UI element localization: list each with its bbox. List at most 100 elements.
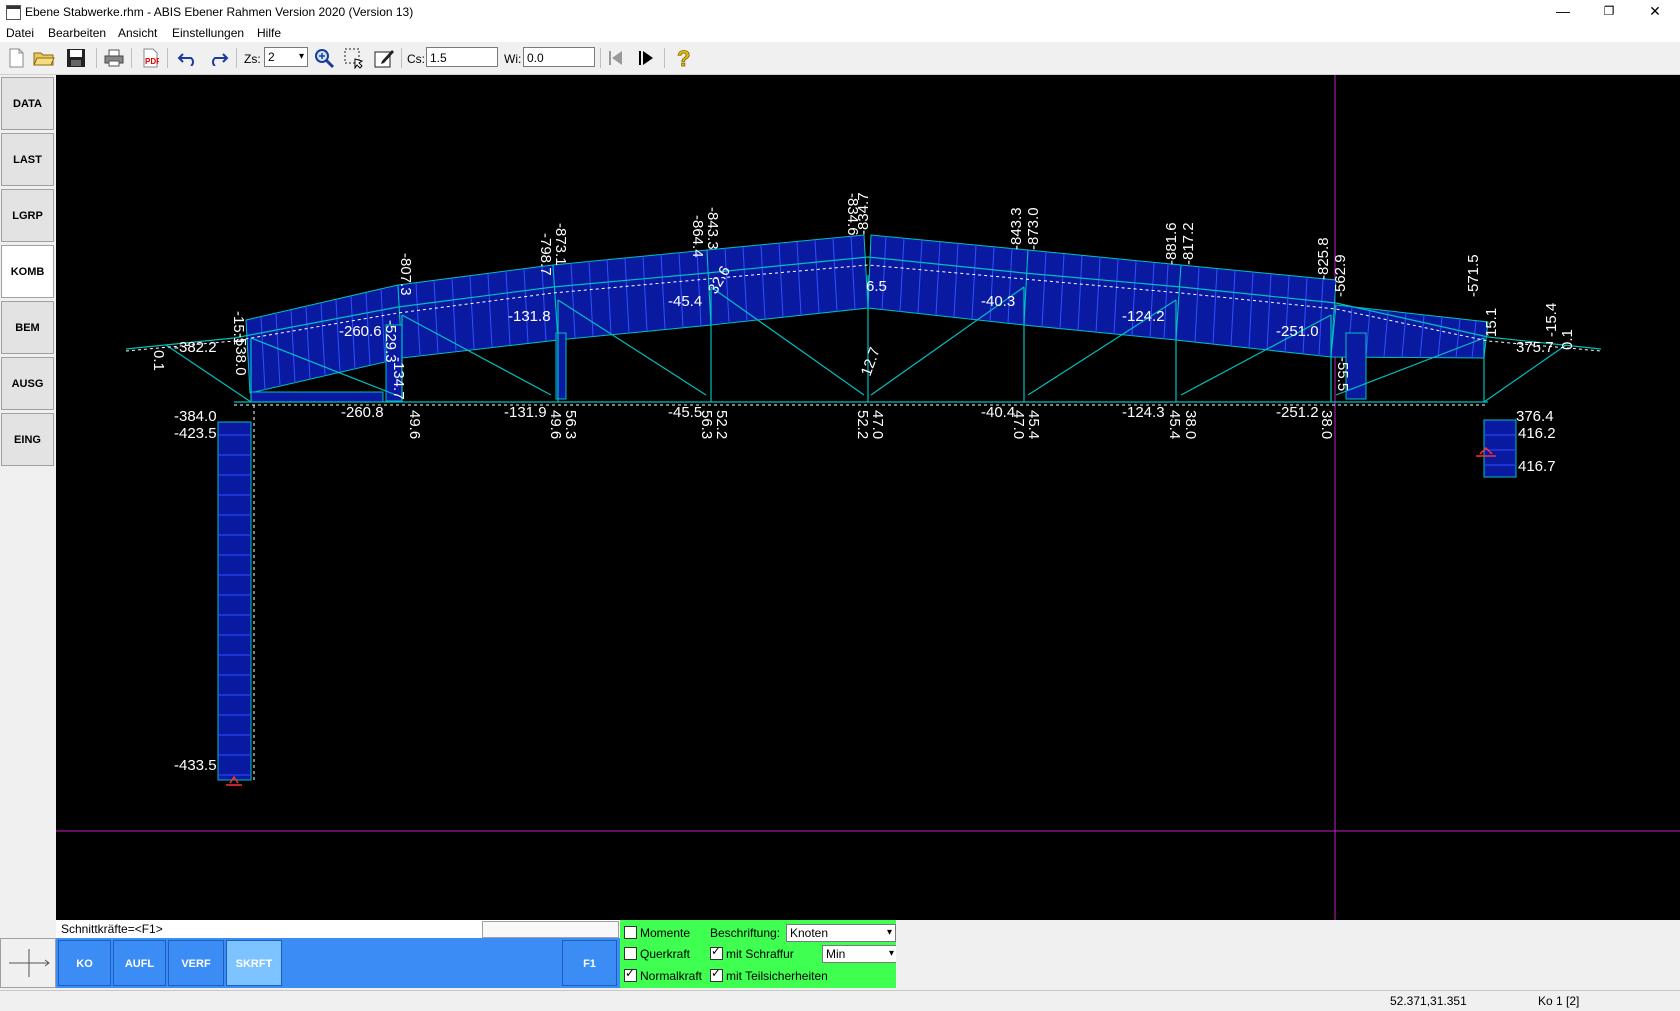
querkraft-checkbox[interactable]: Querkraft (624, 947, 690, 961)
label-top-10: -843.3 (1008, 207, 1025, 250)
app-icon (6, 5, 21, 20)
label-top-18: -15.4 (1543, 303, 1560, 337)
help-icon[interactable]: ? (672, 46, 696, 70)
f1-button[interactable]: F1 (562, 940, 617, 986)
momente-checkbox[interactable]: Momente (624, 926, 690, 940)
beschriftung-select[interactable]: Knoten ▾ (786, 924, 896, 942)
label-vert-6: 52.2 (854, 410, 871, 439)
sidebar-last-button[interactable]: LAST (1, 133, 54, 186)
close-button[interactable]: ✕ (1632, 0, 1678, 24)
beschriftung-label: Beschriftung: (710, 926, 781, 940)
skrft-button[interactable]: SKRFT (226, 940, 282, 986)
status-line-label: Schnittkräfte=<F1> (61, 922, 163, 936)
label-bottom-5: -40.3 (981, 293, 1015, 310)
select-region-icon[interactable] (342, 46, 366, 70)
pdf-icon[interactable]: PDF (138, 46, 162, 70)
empty-panel (896, 920, 1680, 988)
label-end-7: 416.2 (1518, 425, 1556, 442)
label-top-6: -864.4 (689, 215, 706, 258)
verf-button[interactable]: VERF (168, 940, 224, 986)
label-top-12: -881.6 (1163, 222, 1180, 265)
new-file-icon[interactable] (4, 46, 28, 70)
label-end-5: 375.7 (1516, 339, 1554, 356)
svg-text:PDF: PDF (145, 57, 159, 66)
label-bottom-8: -260.8 (341, 404, 384, 421)
label-vert-4: 56.3 (698, 410, 715, 439)
label-end-9: -15.1 (230, 311, 247, 345)
undo-icon[interactable] (176, 46, 200, 70)
label-top-13: -817.2 (1180, 222, 1197, 265)
label-bottom-4: 6.5 (866, 278, 887, 295)
cs-label: Cs: (407, 52, 425, 66)
menu-hilfe[interactable]: Hilfe (257, 26, 281, 40)
normalkraft-checkbox[interactable]: Normalkraft (624, 966, 702, 983)
title-bar: Ebene Stabwerke.rhm - ABIS Ebener Rahmen… (0, 0, 1680, 24)
next-icon[interactable] (634, 46, 658, 70)
crosshair-tool-icon[interactable] (0, 938, 56, 988)
save-icon[interactable] (64, 46, 88, 70)
zoom-icon[interactable] (312, 46, 336, 70)
sidebar-lgrp-button[interactable]: LGRP (1, 189, 54, 242)
zs-label: Zs: (244, 52, 261, 66)
label-vert-9: 45.4 (1025, 410, 1042, 439)
aufl-button[interactable]: AUFL (113, 940, 166, 986)
sidebar-komb-button[interactable]: KOMB (1, 245, 54, 298)
wi-input[interactable]: 0.0 (523, 47, 595, 67)
min-select[interactable]: Min ▾ (822, 945, 898, 963)
label-end-11: 0.1 (1559, 329, 1576, 350)
label-vert-2: 49.6 (547, 410, 564, 439)
edit-icon[interactable] (372, 46, 396, 70)
cs-input[interactable]: 1.5 (426, 47, 498, 67)
drawing-canvas[interactable]: -538.0 -529.3 -807.3 -798.7 -873.1 -864.… (56, 75, 1680, 920)
previous-icon[interactable] (604, 46, 628, 70)
label-top-17: 15.1 (1483, 308, 1500, 337)
sidebar-data-button[interactable]: DATA (1, 77, 54, 130)
sidebar-ausg-button[interactable]: AUSG (1, 357, 54, 410)
menu-bearbeiten[interactable]: Bearbeiten (48, 26, 106, 40)
label-diag-3: -55.5 (1334, 357, 1351, 391)
svg-text:?: ? (677, 47, 690, 69)
print-icon[interactable] (102, 46, 126, 70)
label-top-11: -873.0 (1025, 207, 1042, 250)
label-bottom-13: -251.2 (1276, 404, 1319, 421)
label-end-4: -433.5 (174, 757, 217, 774)
label-end-6: 376.4 (1516, 408, 1554, 425)
menu-bar: Datei Bearbeiten Ansicht Einstellungen H… (0, 24, 1680, 42)
label-bottom-10: -45.5 (668, 404, 702, 421)
menu-einstellungen[interactable]: Einstellungen (172, 26, 244, 40)
menu-ansicht[interactable]: Ansicht (118, 26, 157, 40)
toolbar: PDF Zs: 2 ▾ Cs: 1.5 Wi: 0.0 ? (0, 42, 1680, 75)
label-bottom-12: -124.3 (1122, 404, 1165, 421)
mit-schraffur-checkbox[interactable]: mit Schraffur (710, 944, 794, 961)
label-vert-12: 38.0 (1318, 410, 1335, 439)
label-top-14: -825.8 (1315, 237, 1332, 280)
sidebar-bem-button[interactable]: BEM (1, 301, 54, 354)
zs-select[interactable]: 2 ▾ (264, 47, 308, 67)
label-vert-3: 56.3 (562, 410, 579, 439)
ko-button[interactable]: KO (58, 940, 111, 986)
label-bottom-7: -251.0 (1276, 323, 1319, 340)
minimize-button[interactable]: — (1540, 0, 1586, 24)
label-end-8: 416.7 (1518, 458, 1556, 475)
label-top-16: -571.5 (1465, 254, 1482, 297)
sidebar: DATA LAST LGRP KOMB BEM AUSG EING (0, 75, 56, 945)
open-folder-icon[interactable] (32, 46, 56, 70)
sidebar-eing-button[interactable]: EING (1, 413, 54, 466)
label-top-9: -834.7 (855, 192, 872, 235)
ko-readout: Ko 1 [2] (1538, 994, 1580, 1008)
label-end-1: -382.2 (174, 339, 217, 356)
mit-teilsicherheiten-checkbox[interactable]: mit Teilsicherheiten (710, 966, 828, 983)
label-top-15: -562.9 (1332, 254, 1349, 297)
redo-icon[interactable] (206, 46, 230, 70)
coords-readout: 52.371,31.351 (1390, 994, 1467, 1008)
label-bottom-6: -124.2 (1122, 308, 1165, 325)
status-line-box (482, 921, 619, 938)
label-top-7: -843.3 (704, 207, 721, 250)
label-end-2: -384.0 (174, 408, 217, 425)
label-vert-8: 47.0 (1010, 410, 1027, 439)
restore-button[interactable]: ❐ (1586, 0, 1632, 24)
label-bottom-1: -260.6 (339, 323, 382, 340)
label-bottom-9: -131.9 (504, 404, 547, 421)
menu-datei[interactable]: Datei (6, 26, 34, 40)
label-vert-10: 45.4 (1166, 410, 1183, 439)
